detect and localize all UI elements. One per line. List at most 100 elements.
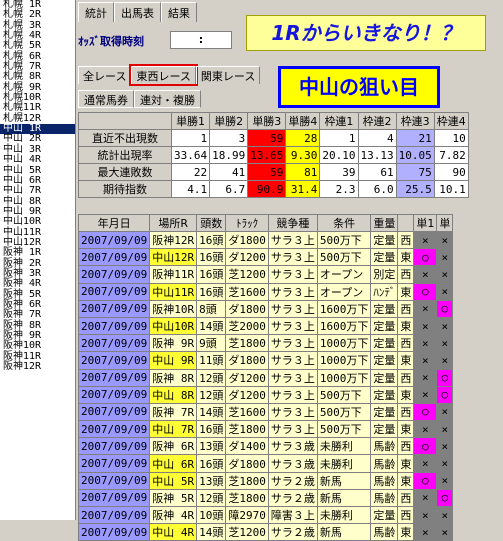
stat-cell: 41 xyxy=(209,163,249,181)
results-cell: 西 xyxy=(397,299,415,318)
results-cell: 阪神 4R xyxy=(149,505,198,525)
results-row[interactable]: 2007/09/09 中山10R 14頭 芝2000 サラ３上 1600万下 定量東 × × xyxy=(77,316,454,336)
results-cell: × xyxy=(436,265,454,284)
results-col-header[interactable]: 単1 xyxy=(413,214,438,232)
results-col-header[interactable]: ﾄﾗｯｸ xyxy=(225,214,269,232)
race-list-item[interactable]: 中山 7R xyxy=(0,186,75,196)
results-cell: 芝1800 xyxy=(225,334,269,353)
tab-entries[interactable]: 出馬表 xyxy=(114,2,161,22)
tab-stats[interactable]: 統計 xyxy=(78,2,114,22)
tab-results[interactable]: 結果 xyxy=(161,2,197,22)
stat-row-label: 最大連敗数 xyxy=(78,163,172,181)
results-col-header[interactable] xyxy=(397,214,415,232)
results-col-header[interactable]: 場所R xyxy=(149,214,198,232)
race-list[interactable]: 札幌 1R 札幌 2R 札幌 3R 札幌 4R 札幌 5R 札幌 6R 札幌 7R 札幌 8R… xyxy=(0,0,76,520)
results-row[interactable]: 2007/09/09 阪神12R 16頭 ダ1800 サラ３上 500万下 定量西 × × xyxy=(77,230,454,250)
results-cell: オープン xyxy=(316,282,372,301)
results-row[interactable]: 2007/09/09 阪神 8R 12頭 ダ1200 サラ３上 1000万下 定量西 × ○ xyxy=(77,368,454,387)
results-row[interactable]: 2007/09/09 中山 7R 16頭 芝1800 サラ３上 500万下 定量東 × × xyxy=(77,420,454,439)
results-cell: 16頭 xyxy=(196,454,227,473)
results-cell: × xyxy=(413,420,438,439)
race-list-item[interactable]: 阪神12R xyxy=(0,361,75,372)
results-cell: サラ３上 xyxy=(267,248,318,267)
results-col-header[interactable]: 年月日 xyxy=(77,214,151,232)
stat-cell: 33.64 xyxy=(170,146,211,164)
results-cell: 阪神11R xyxy=(149,265,198,284)
results-cell: ダ1800 xyxy=(225,299,269,318)
results-row[interactable]: 2007/09/09 阪神 7R 14頭 芝1600 サラ３上 500万下 定量西 ○ × xyxy=(77,402,454,422)
results-cell: 障害３上 xyxy=(267,505,318,525)
stat-col-header: 単勝1 xyxy=(170,112,211,130)
results-cell: ダ1400 xyxy=(225,437,269,456)
results-row[interactable]: 2007/09/09 阪神 9R 9頭 芝1800 サラ３上 1000万下 定量西 × × xyxy=(77,334,454,353)
results-cell: サラ２歳 xyxy=(267,523,318,541)
results-cell: 1000万下 xyxy=(316,334,372,353)
annotation-banner: 1Rからいきなり！？ xyxy=(246,15,486,51)
results-cell: × xyxy=(436,471,454,490)
results-row[interactable]: 2007/09/09 中山11R 16頭 芝1600 サラ３上 オープン ﾊﾝﾃﾞ東 ○ × xyxy=(77,282,454,301)
results-cell: ﾊﾝﾃﾞ xyxy=(370,282,399,301)
stat-cell: 20.10 xyxy=(319,146,359,164)
results-col-header[interactable]: 単 xyxy=(436,214,454,232)
results-cell: 馬齢 xyxy=(370,523,399,541)
results-cell: 芝1600 xyxy=(225,402,269,422)
stat-row: 直近不出現数 1 3 59 28 1 4 21 10 xyxy=(78,129,469,147)
race-list-item[interactable]: 中山10R xyxy=(0,217,75,227)
results-row[interactable]: 2007/09/09 中山 4R 14頭 芝1200 サラ２歳 新馬 馬齢東 × × xyxy=(77,523,454,541)
results-cell: × xyxy=(436,523,454,541)
stat-cell: 6.7 xyxy=(209,180,249,198)
tab-place-bet[interactable]: 連対・複勝 xyxy=(134,90,201,108)
results-cell: 中山 4R xyxy=(149,523,198,541)
results-row[interactable]: 2007/09/09 阪神 4R 10頭 障2970 障害３上 未勝利 定量西 × × xyxy=(77,505,454,525)
results-cell: 11頭 xyxy=(196,351,227,370)
results-col-header[interactable]: 競争種 xyxy=(267,214,318,232)
tab-normal-bet[interactable]: 通常馬券 xyxy=(78,90,134,108)
results-cell: 定量 xyxy=(370,351,399,370)
stat-cell: 3 xyxy=(209,129,249,147)
stat-cell: 90 xyxy=(433,163,469,181)
stat-cell: 4 xyxy=(357,129,397,147)
results-row[interactable]: 2007/09/09 阪神 5R 12頭 芝1800 サラ２歳 新馬 馬齢西 × ○ xyxy=(77,488,454,508)
results-cell: 芝1800 xyxy=(225,488,269,508)
results-cell: サラ３上 xyxy=(267,265,318,284)
tab-east-west[interactable]: 東西レース xyxy=(129,64,198,86)
results-col-header[interactable]: 頭数 xyxy=(196,214,227,232)
results-cell: 2007/09/09 xyxy=(77,385,151,404)
results-cell: 阪神10R xyxy=(149,299,198,318)
results-cell: 2007/09/09 xyxy=(77,420,151,439)
results-cell: 定量 xyxy=(370,248,399,267)
results-row[interactable]: 2007/09/09 中山 5R 13頭 芝1800 サラ２歳 新馬 馬齢東 ○ × xyxy=(77,471,454,490)
results-cell: 2007/09/09 xyxy=(77,488,151,508)
results-cell: ダ1200 xyxy=(225,368,269,387)
tab-all-races[interactable]: 全レース xyxy=(78,66,132,84)
results-cell: ○ xyxy=(413,471,438,490)
results-row[interactable]: 2007/09/09 阪神11R 16頭 芝1200 サラ３上 オープン 別定西 × × xyxy=(77,265,454,284)
results-row[interactable]: 2007/09/09 阪神10R 8頭 ダ1800 サラ３上 1600万下 定量西 × ○ xyxy=(77,299,454,318)
results-col-header[interactable]: 重量 xyxy=(370,214,399,232)
results-cell: 500万下 xyxy=(316,385,372,404)
results-cell: 西 xyxy=(397,402,415,422)
results-cell: 中山 7R xyxy=(149,420,198,439)
results-cell: サラ３上 xyxy=(267,334,318,353)
bet-type-tabs: 通常馬券 連対・複勝 xyxy=(78,90,201,108)
tab-kanto[interactable]: 関東レース xyxy=(195,66,261,84)
results-row[interactable]: 2007/09/09 中山12R 16頭 ダ1200 サラ３上 500万下 定量東 ○ × xyxy=(77,248,454,267)
results-cell: × xyxy=(436,420,454,439)
results-cell: 2007/09/09 xyxy=(77,248,151,267)
main-panel: 統計 出馬表 結果 ｵｯｽﾞ取得時刻 : 1Rからいきなり！？ 全レース 東西レ… xyxy=(77,0,503,541)
results-cell: × xyxy=(436,230,454,250)
results-row[interactable]: 2007/09/09 阪神 6R 13頭 ダ1400 サラ３歳 未勝利 馬齢西 ○ × xyxy=(77,437,454,456)
results-cell: 東 xyxy=(397,523,415,541)
odds-time-field[interactable]: : xyxy=(170,31,232,49)
results-cell: 16頭 xyxy=(196,230,227,250)
results-row[interactable]: 2007/09/09 中山 9R 11頭 ダ1800 サラ３上 1000万下 定量東 × × xyxy=(77,351,454,370)
stat-cell: 13.13 xyxy=(357,146,397,164)
results-cell: 500万下 xyxy=(316,420,372,439)
results-col-header[interactable]: 条件 xyxy=(316,214,372,232)
results-cell: 中山 5R xyxy=(149,471,198,490)
race-list-item[interactable]: 中山 4R xyxy=(0,154,75,165)
results-cell: ダ1800 xyxy=(225,351,269,370)
results-cell: ダ1200 xyxy=(225,385,269,404)
results-row[interactable]: 2007/09/09 中山 8R 12頭 ダ1200 サラ３上 500万下 定量東 × ○ xyxy=(77,385,454,404)
results-row[interactable]: 2007/09/09 中山 6R 16頭 ダ1800 サラ３歳 未勝利 馬齢東 × × xyxy=(77,454,454,473)
